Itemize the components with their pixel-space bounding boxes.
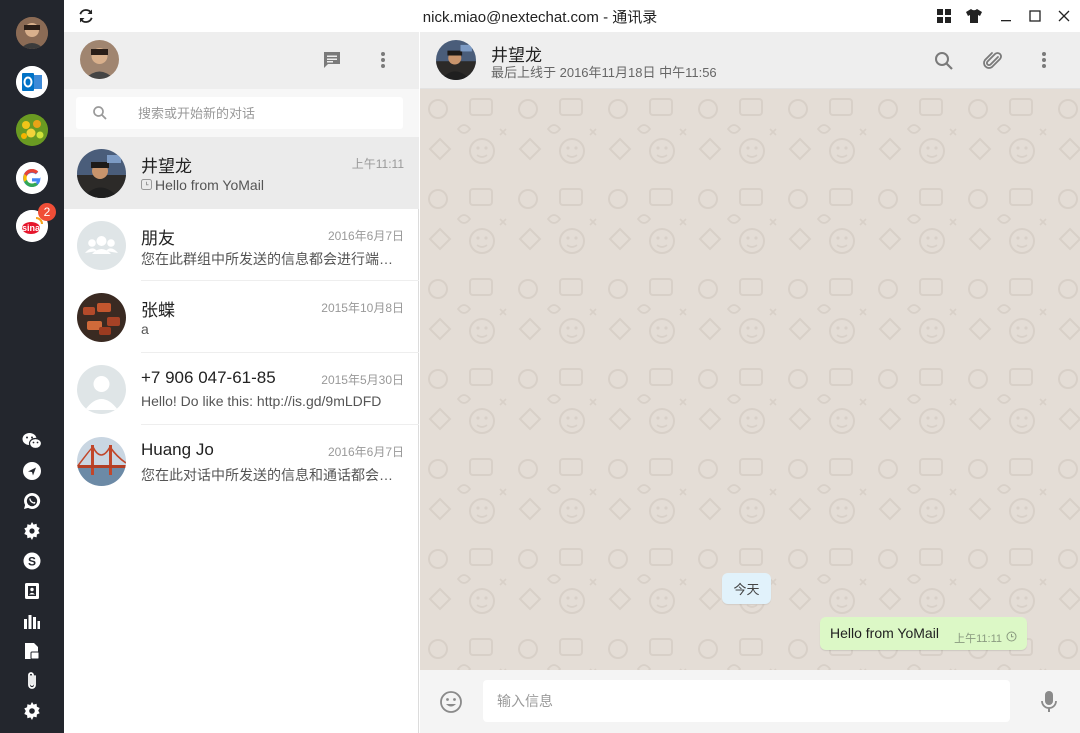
contact-avatar: [77, 149, 126, 198]
unread-badge: 2: [38, 203, 56, 221]
chat-time: 2016年6月7日: [327, 445, 404, 459]
group-avatar: [77, 221, 126, 270]
contact-avatar: [77, 293, 126, 342]
contacts-book-icon[interactable]: [22, 581, 42, 601]
message-text: Hello from YoMail: [830, 625, 939, 641]
chat-list-item[interactable]: 井望龙 上午11:11 Hello from YoMail: [64, 137, 419, 209]
chat-name: Huang Jo: [141, 440, 214, 459]
maximize-icon[interactable]: [1025, 6, 1045, 26]
default-avatar: [77, 365, 126, 414]
search-input[interactable]: [138, 97, 388, 129]
conversation-header: 井望龙 最后上线于 2016年11月18日 中午11:56: [420, 32, 1080, 89]
chat-preview-text: 您在此对话中所发送的信息和通话都会进...: [141, 467, 403, 483]
menu-dots-icon[interactable]: [1033, 49, 1055, 71]
sina-weibo-account[interactable]: sina 2: [16, 203, 56, 242]
emoji-icon[interactable]: [439, 690, 463, 714]
chat-time: 2015年10月8日: [321, 301, 404, 315]
profile-avatar[interactable]: [16, 17, 48, 49]
svg-text:sina: sina: [22, 223, 41, 233]
search-box: [76, 97, 403, 129]
chat-name: 井望龙: [141, 157, 192, 176]
window-title: nick.miao@nextechat.com - 通讯录: [422, 9, 658, 26]
app-rail: sina 2 S: [0, 0, 64, 733]
chat-preview: Hello from YoMail: [141, 177, 403, 193]
message-input[interactable]: [483, 680, 1010, 722]
search-bar: [64, 89, 419, 137]
chat-preview-text: Hello from YoMail: [155, 177, 264, 193]
message-meta: 上午11:11: [954, 630, 1017, 646]
wechat-icon[interactable]: [22, 431, 42, 451]
chat-list-header: [64, 32, 419, 89]
chat-name: 朋友: [141, 229, 175, 248]
svg-text:S: S: [28, 555, 36, 569]
microphone-icon[interactable]: [1038, 690, 1060, 714]
title-bar: nick.miao@nextechat.com - 通讯录: [64, 0, 1080, 32]
fruit-app-account[interactable]: [16, 114, 48, 146]
clock-icon: [1006, 631, 1017, 645]
chat-list-pane: 井望龙 上午11:11 Hello from YoMail 朋友 2016年6月…: [64, 32, 419, 733]
whatsapp-icon[interactable]: [22, 491, 42, 511]
close-icon[interactable]: [1054, 6, 1074, 26]
composer-bar: [420, 670, 1080, 733]
new-chat-icon[interactable]: [321, 49, 343, 71]
contact-avatar: [77, 437, 126, 486]
grid-layout-icon[interactable]: [934, 6, 954, 26]
conversation-pane: 井望龙 最后上线于 2016年11月18日 中午11:56 今天 Hello f…: [420, 32, 1080, 733]
chat-preview-text: 您在此群组中所发送的信息都会进行端到...: [141, 251, 403, 267]
chat-name: +7 906 047-61-85: [141, 368, 276, 387]
date-divider-chip: 今天: [722, 573, 771, 604]
chat-preview: a: [141, 321, 403, 337]
my-avatar[interactable]: [80, 40, 119, 79]
theme-shirt-icon[interactable]: [964, 6, 984, 26]
gear-icon[interactable]: [22, 701, 42, 721]
outlook-account[interactable]: [16, 66, 48, 98]
chat-preview: Hello! Do like this: http://is.gd/9mLDFD: [141, 393, 403, 409]
attachment-icon[interactable]: [981, 49, 1005, 73]
skype-icon[interactable]: S: [22, 551, 42, 571]
chat-preview: 您在此群组中所发送的信息都会进行端到...: [141, 249, 403, 269]
menu-dots-icon[interactable]: [372, 49, 394, 71]
message-area[interactable]: 今天 Hello from YoMail 上午11:11: [420, 89, 1080, 670]
contact-avatar[interactable]: [436, 40, 476, 80]
chat-list-item[interactable]: +7 906 047-61-85 2015年5月30日 Hello! Do li…: [64, 353, 419, 425]
google-account[interactable]: [16, 162, 48, 194]
chat-time: 上午11:11: [351, 157, 404, 171]
message-time: 上午11:11: [954, 633, 1002, 645]
chat-list-item[interactable]: 朋友 2016年6月7日 您在此群组中所发送的信息都会进行端到...: [64, 209, 419, 281]
document-icon[interactable]: [22, 641, 42, 661]
chat-list-item[interactable]: 张蝶 2015年10月8日 a: [64, 281, 419, 353]
chat-preview-text: Hello! Do like this: http://is.gd/9mLDFD: [141, 393, 382, 409]
chat-preview: 您在此对话中所发送的信息和通话都会进...: [141, 465, 403, 485]
search-icon: [92, 105, 108, 126]
clock-icon: [141, 177, 152, 193]
search-icon[interactable]: [932, 49, 956, 73]
chat-preview-text: a: [141, 321, 149, 337]
bar-chart-icon[interactable]: [22, 611, 42, 631]
settings-gear-icon[interactable]: [22, 521, 42, 541]
last-seen: 最后上线于 2016年11月18日 中午11:56: [491, 65, 717, 80]
send-icon[interactable]: [22, 461, 42, 481]
minimize-icon[interactable]: [996, 6, 1016, 26]
attachment-icon[interactable]: [22, 671, 42, 691]
chat-name: 张蝶: [141, 301, 175, 320]
chat-time: 2016年6月7日: [327, 229, 404, 243]
outgoing-message-bubble[interactable]: Hello from YoMail 上午11:11: [820, 617, 1027, 650]
chat-time: 2015年5月30日: [321, 373, 404, 387]
chat-list-item[interactable]: Huang Jo 2016年6月7日 您在此对话中所发送的信息和通话都会进...: [64, 425, 419, 497]
